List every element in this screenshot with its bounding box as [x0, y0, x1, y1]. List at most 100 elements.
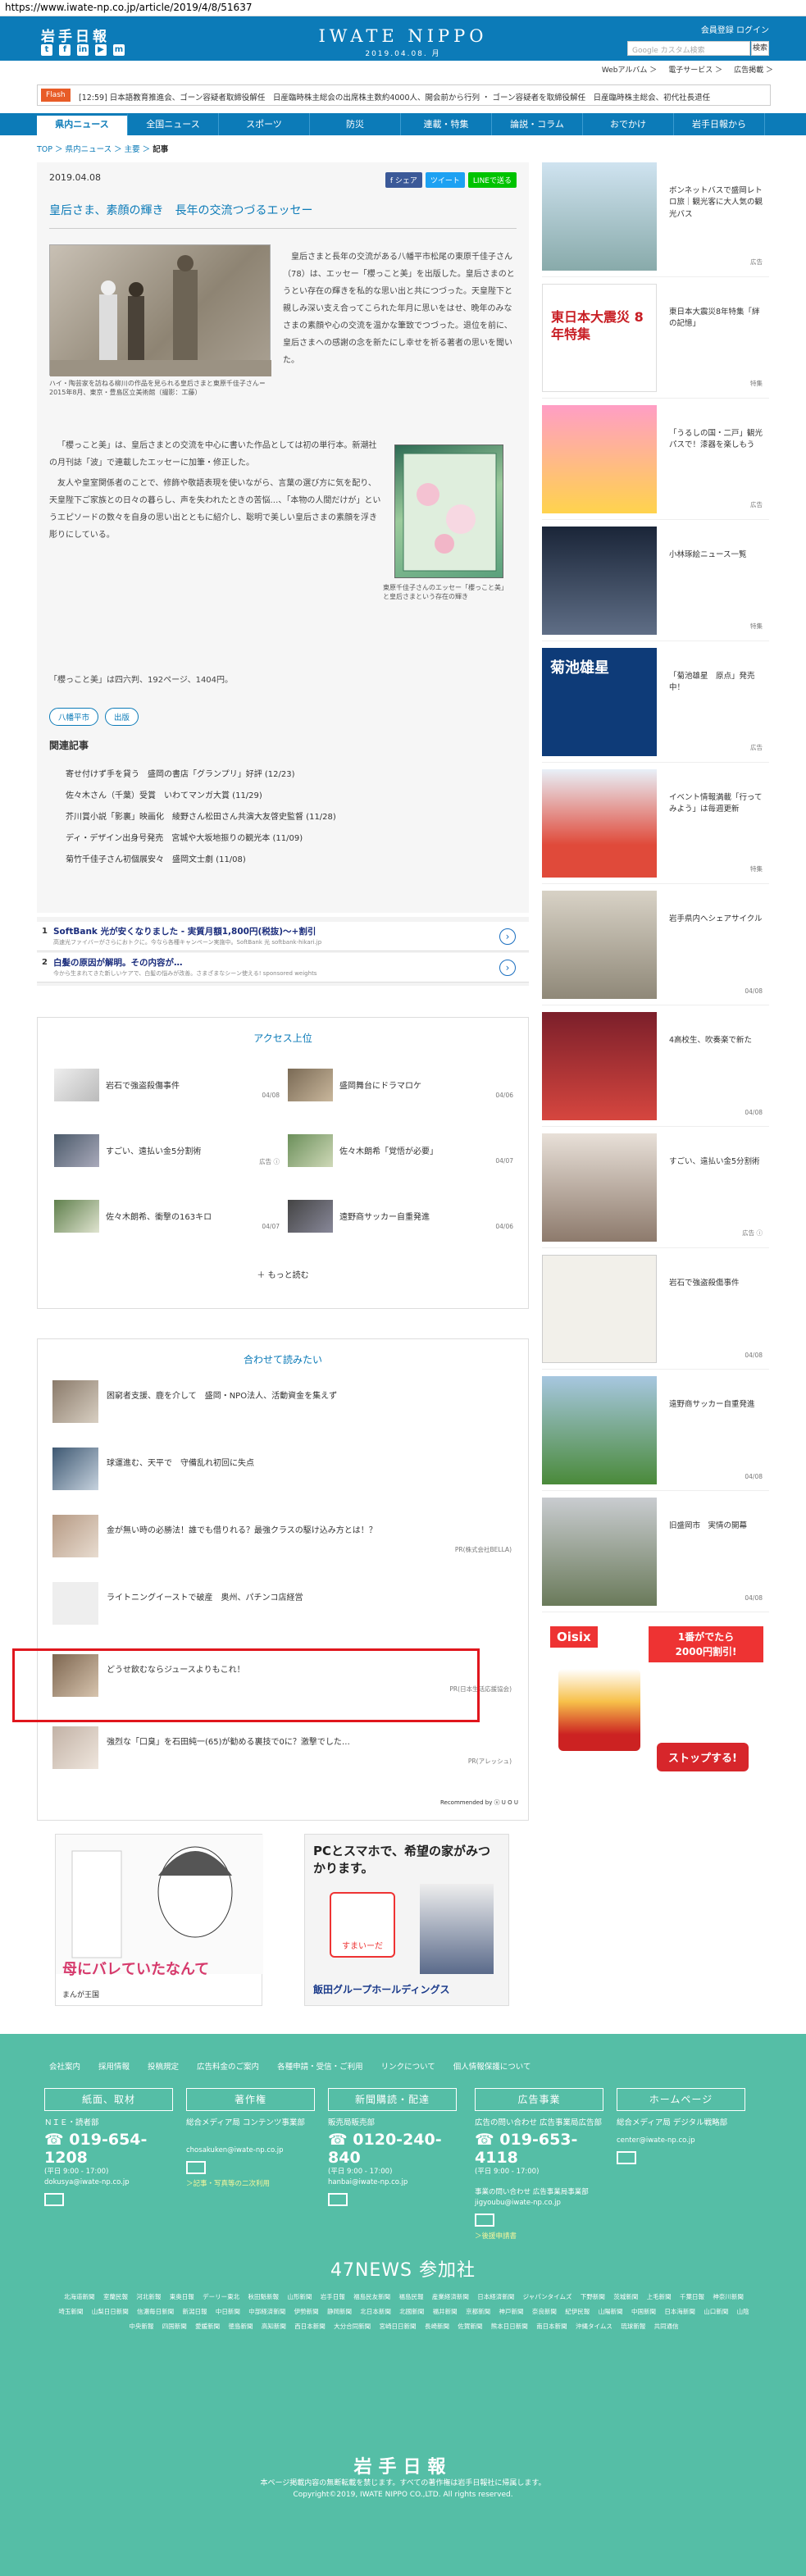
footer-email[interactable]: hanbai@iwate-np.co.jp: [328, 2177, 457, 2188]
tag-publishing[interactable]: 出版: [105, 708, 139, 726]
nav-local-news[interactable]: 県内ニュース: [37, 113, 128, 135]
footer-link[interactable]: 個人情報保護について: [453, 2060, 531, 2072]
phone-number[interactable]: ☎ 019-654-1208: [44, 2131, 173, 2167]
related-link[interactable]: ディ・デザイン出身号発売 宮城や大坂地振りの観光本 (11/09): [66, 828, 336, 850]
mail-icon[interactable]: [186, 2161, 206, 2174]
chevron-right-icon[interactable]: ›: [499, 960, 516, 976]
footer-link[interactable]: 会社案内: [49, 2060, 80, 2072]
login-links[interactable]: 会員登録 ログイン: [701, 23, 769, 35]
ranking-item[interactable]: 佐々木朗希「覚悟が必要」 04/07: [288, 1134, 513, 1167]
sidebar-item[interactable]: 「うるしの国・二戸」観光パスで！漆器を楽しもう 広告: [542, 405, 769, 520]
flash-news-ticker[interactable]: Flash [12:59] 日本語教育推進会、ゴーン容疑者取締役解任 日産臨時株…: [37, 84, 771, 106]
housing-ad-headline[interactable]: PCとスマホで、希望の家がみつかります。: [313, 1843, 502, 1877]
breadcrumb-top[interactable]: TOP: [37, 145, 52, 154]
mail-icon[interactable]: [617, 2151, 636, 2164]
footer-link[interactable]: リンクについて: [381, 2060, 435, 2072]
footer-secondary-link[interactable]: ＞後援申請書: [475, 2231, 603, 2241]
sidebar-item-label[interactable]: 4高校生、吹奏楽で新た: [669, 1035, 763, 1046]
text-ad[interactable]: 1 SoftBank 光が安くなりました - 実質月額1,800円(税抜)〜+割…: [37, 922, 529, 951]
article-photo-main[interactable]: [49, 244, 271, 376]
sidebar-item-label[interactable]: 小林琢絵ニュース一覧: [669, 549, 763, 561]
footer-link[interactable]: 各種申請・受信・ご利用: [277, 2060, 363, 2072]
sidebar-item-label[interactable]: 岩石で強盗殺傷事件: [669, 1278, 763, 1289]
footer-email[interactable]: center@iwate-np.co.jp: [617, 2136, 745, 2146]
search-button[interactable]: 検索: [751, 41, 769, 56]
sidebar-item-label[interactable]: 「うるしの国・二戸」観光パスで！漆器を楽しもう: [669, 428, 763, 452]
recommend-item[interactable]: 強烈な「口臭」を石田純一(65)が勧める裏技で0に？激撃でした… PR(アレッシ…: [52, 1726, 512, 1769]
ranking-title[interactable]: 佐々木朗希、衝撃の163キロ: [106, 1210, 212, 1222]
sidebar-item-label[interactable]: 東日本大震災8年特集「絆の記憶」: [669, 307, 763, 331]
recommend-link[interactable]: 困窮者支援、鹿を介して 盛岡・NPO法人、活動資金を集えず: [107, 1388, 337, 1401]
breadcrumb-main[interactable]: 主要: [125, 145, 140, 154]
chevron-right-icon[interactable]: ›: [499, 928, 516, 945]
related-link[interactable]: 菊竹千佳子さん初個展安々 盛岡文士劇 (11/08): [66, 850, 336, 871]
footer-secondary-link[interactable]: ＞記事・写真等の二次利用: [186, 2178, 315, 2188]
recommend-item[interactable]: ライトニングイーストで破産 奥州、パチンコ店経営: [52, 1582, 512, 1625]
sidebar-item[interactable]: 4高校生、吹奏楽で新た 04/08: [542, 1012, 769, 1127]
facebook-share-button[interactable]: f シェア: [385, 172, 422, 188]
ranking-item[interactable]: 佐々木朗希、衝撃の163キロ 04/07: [54, 1200, 280, 1233]
phone-number[interactable]: ☎ 019-653-4118: [475, 2131, 603, 2167]
footer-logo[interactable]: 岩手日報: [0, 2452, 806, 2478]
sidebar-item[interactable]: 岩手県内へシェアサイクル 04/08: [542, 891, 769, 1005]
article-photo-book[interactable]: [394, 445, 503, 578]
ranking-title[interactable]: すごい、遠払い金5分割術: [106, 1144, 201, 1156]
breadcrumb-local[interactable]: 県内ニュース: [66, 145, 112, 154]
ranking-item[interactable]: 遠野商サッカー自重発進 04/06: [288, 1200, 513, 1233]
sidebar-item[interactable]: すごい、遠払い金5分割術 広告 ⓘ: [542, 1133, 769, 1248]
footer-email[interactable]: 事業の問い合わせ 広告事業局事業部 jigyoubu@iwate-np.co.j…: [475, 2187, 603, 2209]
sidebar-item-label[interactable]: ボンネットバスで盛岡レトロ旅｜観光客に大人気の観光バス: [669, 185, 763, 221]
nav-national-news[interactable]: 全国ニュース: [128, 113, 219, 135]
sidebar-item-label[interactable]: 「菊池雄星 原点」発売中！: [669, 671, 763, 695]
nav-outing[interactable]: おでかけ: [583, 113, 674, 135]
nav-series[interactable]: 連載・特集: [401, 113, 492, 135]
phone-number[interactable]: ☎ 0120-240-840: [328, 2131, 457, 2167]
recommend-item[interactable]: 金が無い時の必勝法！誰でも借りれる？最強クラスの駆け込み方とは！？ PR(株式会…: [52, 1515, 512, 1557]
sidebar-item[interactable]: 遠野商サッカー自重発進 04/08: [542, 1376, 769, 1491]
ranking-title[interactable]: 遠野商サッカー自重発進: [339, 1210, 430, 1222]
subnav-ads[interactable]: 広告掲載 ＞: [734, 64, 773, 75]
nav-disaster[interactable]: 防災: [310, 113, 401, 135]
ranking-item[interactable]: 盛岡舞台にドラマロケ 04/06: [288, 1069, 513, 1101]
nav-editorial[interactable]: 論説・コラム: [492, 113, 583, 135]
tag-hachimantai[interactable]: 八幡平市: [49, 708, 99, 726]
address-bar[interactable]: https://www.iwate-np.co.jp/article/2019/…: [0, 0, 806, 16]
recommend-item[interactable]: 球運進む、天平で 守備乱れ初回に失点: [52, 1448, 512, 1490]
recommend-link[interactable]: 球運進む、天平で 守備乱れ初回に失点: [107, 1456, 254, 1468]
sidebar-item[interactable]: 小林琢絵ニュース一覧 特集: [542, 527, 769, 641]
related-link[interactable]: 佐々木さん（千葉）受賞 いわてマンガ大賞 (11/29): [66, 786, 336, 807]
recommend-item[interactable]: どうせ飲むならジュースよりもこれ！ PR(日本生活応援協会): [52, 1654, 512, 1697]
related-link[interactable]: 寄せ付けず手を貸う 盛岡の書店「グランプリ」好評 (12/23): [66, 764, 336, 786]
sidebar-item-label[interactable]: イベント情報満載「行ってみよう」は毎週更新: [669, 792, 763, 816]
search-input[interactable]: Google カスタム検索: [627, 41, 750, 56]
sidebar-item[interactable]: イベント情報満載「行ってみよう」は毎週更新 特集: [542, 769, 769, 884]
recommend-link[interactable]: どうせ飲むならジュースよりもこれ！: [107, 1662, 245, 1675]
text-ad[interactable]: 2 白髪の原因が解明。その内容が… 今から生まれてきた新しいケアで、白髪の悩みが…: [37, 953, 529, 983]
ranking-title[interactable]: 盛岡舞台にドラマロケ: [339, 1078, 421, 1091]
sidebar-item[interactable]: ボンネットバスで盛岡レトロ旅｜観光客に大人気の観光バス 広告: [542, 162, 769, 277]
ranking-item[interactable]: 岩石で強盗殺傷事件 04/08: [54, 1069, 280, 1101]
housing-banner-ad[interactable]: PCとスマホで、希望の家がみつかります。 すまいーだ 飯田グループホールディング…: [304, 1834, 509, 2006]
oisix-banner-ad[interactable]: Oisix 1番がでたら 2000円割引! ストップする!: [542, 1620, 769, 1785]
subnav-digital[interactable]: 電子サービス ＞: [668, 64, 722, 75]
sidebar-item[interactable]: 岩石で強盗殺傷事件 04/08: [542, 1255, 769, 1370]
sidebar-item[interactable]: 旧盛岡市 実情の開幕 04/08: [542, 1498, 769, 1612]
line-share-button[interactable]: LINEで送る: [467, 172, 517, 188]
nav-sports[interactable]: スポーツ: [219, 113, 310, 135]
recommend-item[interactable]: 困窮者支援、鹿を介して 盛岡・NPO法人、活動資金を集えず: [52, 1380, 512, 1423]
manga-ad-headline[interactable]: 母にバレていたなんて: [62, 1958, 209, 1979]
recommend-credit[interactable]: Recommended by ⓤ U O U: [440, 1799, 518, 1807]
footer-email[interactable]: chosakuken@iwate-np.co.jp: [186, 2145, 315, 2156]
flash-text[interactable]: [12:59] 日本語教育推進会、ゴーン容疑者取締役解任 日産臨時株主総会の出席…: [79, 91, 759, 103]
nav-from-iwate-nippo[interactable]: 岩手日報から: [674, 113, 765, 135]
mail-icon[interactable]: [44, 2192, 64, 2206]
footer-link[interactable]: 投稿規定: [148, 2060, 179, 2072]
more-label[interactable]: もっと読む: [268, 1271, 309, 1280]
footer-link[interactable]: 採用情報: [98, 2060, 130, 2072]
stop-button[interactable]: ストップする!: [657, 1743, 749, 1771]
manga-banner-ad[interactable]: 母にバレていたなんて まんが王国: [55, 1834, 263, 2006]
footer-link[interactable]: 広告料金のご案内: [197, 2060, 259, 2072]
related-link[interactable]: 芥川賞小説「影裏」映画化 綾野さん松田さん共演大友啓史監督 (11/28): [66, 807, 336, 828]
recommend-link[interactable]: ライトニングイーストで破産 奥州、パチンコ店経営: [107, 1590, 303, 1603]
mail-icon[interactable]: [328, 2192, 348, 2206]
